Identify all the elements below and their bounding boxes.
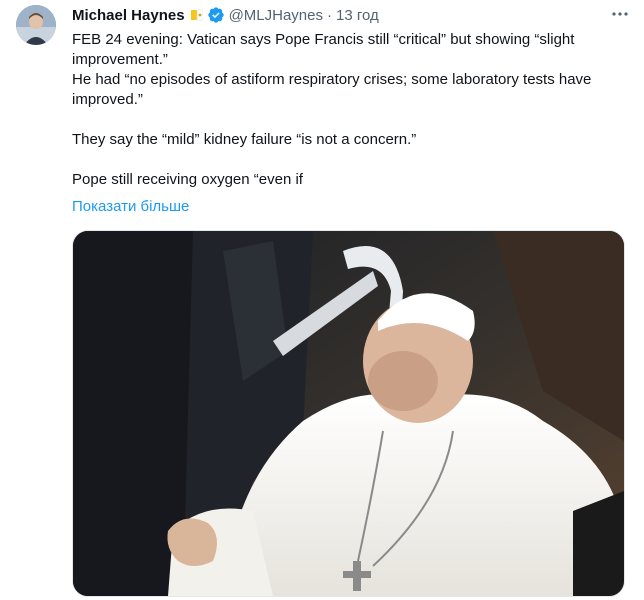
show-more-link[interactable]: Показати більше — [72, 198, 189, 215]
tweet-photo[interactable] — [72, 230, 625, 597]
author-name[interactable]: Michael Haynes — [72, 7, 185, 24]
verified-badge-icon[interactable] — [207, 6, 225, 24]
more-horizontal-icon[interactable] — [610, 6, 630, 22]
vatican-flag-icon — [190, 7, 203, 23]
author-handle[interactable]: @MLJHaynes — [229, 7, 323, 24]
tweet-line: He had “no episodes of astiform respirat… — [72, 71, 592, 108]
tweet-line: Pope still receiving oxygen “even if — [72, 171, 303, 188]
separator: · — [327, 6, 332, 24]
tweet-text: FEB 24 evening: Vatican says Pope Franci… — [72, 30, 632, 190]
tweet-line: FEB 24 evening: Vatican says Pope Franci… — [72, 31, 575, 68]
avatar[interactable] — [16, 5, 56, 45]
timestamp[interactable]: 13 год — [336, 7, 379, 24]
tweet[interactable]: Michael Haynes @MLJHaynes · 13 год FEB 2… — [0, 0, 644, 600]
tweet-header: Michael Haynes @MLJHaynes · 13 год — [72, 5, 379, 25]
tweet-line: They say the “mild” kidney failure “is n… — [72, 131, 417, 148]
